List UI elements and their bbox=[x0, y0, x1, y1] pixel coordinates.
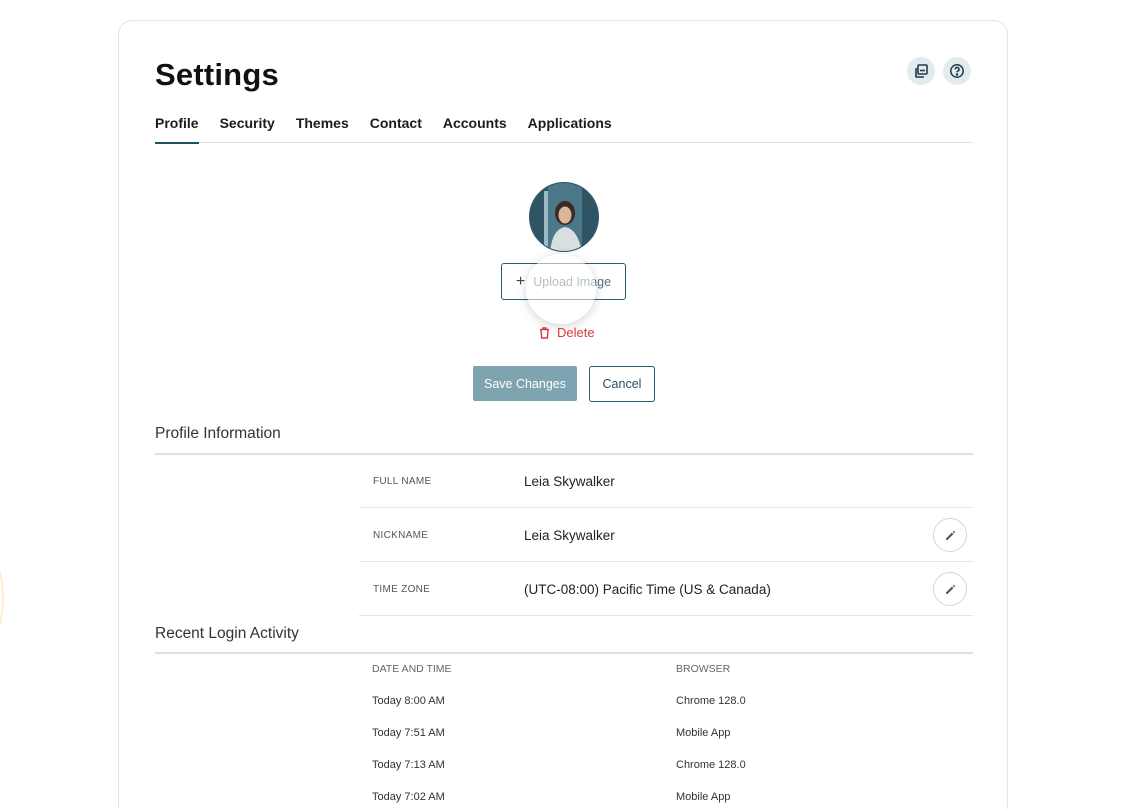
recent-login-activity-title: Recent Login Activity bbox=[155, 625, 299, 642]
profile-row-time-zone: TIME ZONE (UTC-08:00) Pacific Time (US &… bbox=[359, 562, 973, 616]
page-title: Settings bbox=[155, 57, 279, 92]
tab-security[interactable]: Security bbox=[220, 115, 275, 143]
login-date: Today 8:00 AM bbox=[372, 695, 445, 707]
login-date: Today 7:02 AM bbox=[372, 791, 445, 803]
help-icon[interactable] bbox=[943, 57, 971, 85]
field-label: NICKNAME bbox=[373, 530, 429, 541]
login-date: Today 7:13 AM bbox=[372, 759, 445, 771]
field-label: FULL NAME bbox=[373, 476, 432, 487]
profile-information-title: Profile Information bbox=[155, 425, 281, 442]
column-header-browser: BROWSER bbox=[676, 663, 731, 675]
copy-icon[interactable] bbox=[907, 57, 935, 85]
settings-tabs: Profile Security Themes Contact Accounts… bbox=[155, 115, 973, 144]
header-actions bbox=[907, 57, 971, 85]
delete-label: Delete bbox=[557, 325, 595, 340]
login-browser: Chrome 128.0 bbox=[676, 759, 746, 771]
edit-time-zone-button[interactable] bbox=[933, 572, 967, 606]
save-changes-button[interactable]: Save Changes bbox=[473, 366, 577, 401]
trash-icon bbox=[540, 326, 549, 339]
plus-icon: + bbox=[515, 272, 526, 290]
delete-image-link[interactable]: Delete bbox=[539, 325, 595, 340]
edit-nickname-button[interactable] bbox=[933, 518, 967, 552]
tab-profile[interactable]: Profile bbox=[155, 115, 199, 144]
login-browser: Mobile App bbox=[676, 791, 731, 803]
login-browser: Chrome 128.0 bbox=[676, 695, 746, 707]
pencil-icon bbox=[945, 584, 955, 594]
section-divider bbox=[155, 652, 973, 654]
field-value: Leia Skywalker bbox=[524, 528, 615, 543]
upload-image-button[interactable]: + Upload Image bbox=[501, 263, 626, 300]
profile-row-full-name: FULL NAME Leia Skywalker bbox=[359, 454, 973, 508]
column-header-date: DATE AND TIME bbox=[372, 663, 452, 675]
tab-contact[interactable]: Contact bbox=[370, 115, 422, 143]
profile-avatar bbox=[529, 182, 599, 252]
pencil-icon bbox=[945, 530, 955, 540]
tab-themes[interactable]: Themes bbox=[296, 115, 349, 143]
field-value: Leia Skywalker bbox=[524, 474, 615, 489]
login-date: Today 7:51 AM bbox=[372, 727, 445, 739]
login-browser: Mobile App bbox=[676, 727, 731, 739]
upload-image-label: Upload Image bbox=[533, 274, 612, 289]
tab-applications[interactable]: Applications bbox=[528, 115, 612, 143]
settings-card: Settings Profile Security Themes Contact… bbox=[118, 20, 1008, 809]
page: Settings Profile Security Themes Contact… bbox=[0, 0, 1125, 809]
tab-accounts[interactable]: Accounts bbox=[443, 115, 507, 143]
field-label: TIME ZONE bbox=[373, 584, 431, 595]
field-value: (UTC-08:00) Pacific Time (US & Canada) bbox=[524, 582, 771, 597]
profile-row-nickname: NICKNAME Leia Skywalker bbox=[359, 508, 973, 562]
decorative-glow bbox=[0, 548, 4, 648]
cancel-button[interactable]: Cancel bbox=[589, 366, 655, 402]
